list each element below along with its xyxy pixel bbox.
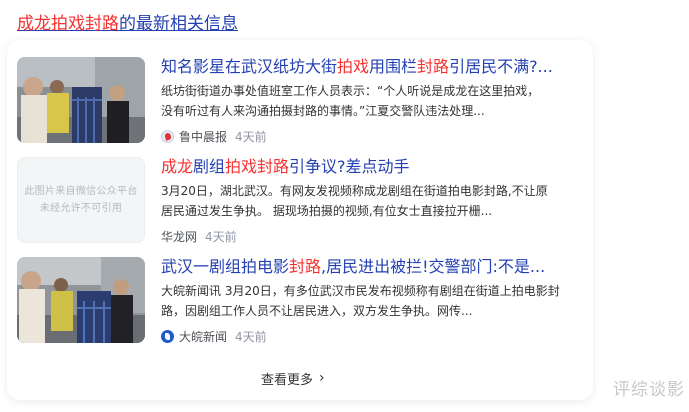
- summary-line: 纸坊街街道办事处值班室工作人员表示：“个人听说是成龙在这里拍戏，: [161, 84, 540, 98]
- results-header-title[interactable]: 成龙拍戏封路的最新相关信息: [17, 9, 238, 34]
- see-more-button[interactable]: 查看更多 ›: [261, 368, 325, 388]
- title-keyword: 封路: [417, 57, 450, 76]
- news-source[interactable]: 大皖新闻: [179, 328, 227, 345]
- luzhong-logo-icon: [161, 129, 174, 143]
- title-text: 引居民不满?...: [449, 57, 553, 76]
- title-text: 武汉一剧组拍电影: [161, 257, 290, 276]
- news-summary-2: 3月20日，湖北武汉。有网友发视频称成龙剧组在街道拍电影封路,不让原 居民通过发…: [161, 181, 581, 221]
- summary-line: 3月20日，湖北武汉。有网友发视频称成龙剧组在街道拍电影封路,不让原: [161, 184, 548, 198]
- header-title-highlight: 成龙拍戏封路: [17, 14, 119, 34]
- watermark-text: 评综谈影: [613, 380, 685, 400]
- news-source[interactable]: 华龙网: [161, 228, 197, 245]
- placeholder-text: 未经允许不可引用: [39, 203, 123, 214]
- news-item-3[interactable]: 武汉一剧组拍电影封路,居民进出被拦!交警部门:不是... 大皖新闻讯 3月20日…: [17, 254, 587, 354]
- news-thumbnail-3[interactable]: [17, 257, 145, 343]
- news-time: 4天前: [235, 329, 267, 344]
- summary-line: 大皖新闻讯 3月20日，有多位武汉市民发布视频称有剧组在街道上拍电影封: [161, 284, 560, 298]
- news-time: 4天前: [205, 229, 237, 244]
- summary-line: 没有听过有人来沟通拍摄封路的事情。”江夏交警队违法处理...: [161, 104, 485, 118]
- news-source[interactable]: 鲁中晨报: [179, 128, 227, 145]
- news-title-2[interactable]: 成龙剧组拍戏封路引争议?差点动手: [161, 156, 581, 178]
- title-text: 知名影星在武汉纸坊大街: [161, 57, 338, 76]
- title-text: 用围栏: [369, 57, 418, 76]
- news-title-1[interactable]: 知名影星在武汉纸坊大街拍戏用围栏封路引居民不满?...: [161, 56, 581, 78]
- title-keyword: 封路: [289, 257, 322, 276]
- news-summary-1: 纸坊街街道办事处值班室工作人员表示：“个人听说是成龙在这里拍戏， 没有听过有人来…: [161, 81, 581, 121]
- news-thumbnail-1[interactable]: [17, 57, 145, 143]
- header-title-rest: 的最新相关信息: [119, 14, 238, 34]
- title-keyword: 拍戏封路: [225, 157, 290, 176]
- news-thumbnail-2-placeholder[interactable]: 此图片来自微信公众平台 未经允许不可引用: [17, 157, 145, 243]
- news-card: 知名影星在武汉纸坊大街拍戏用围栏封路引居民不满?... 纸坊街街道办事处值班室工…: [7, 40, 593, 400]
- summary-line: 路，因剧组工作人员不让居民进入，双方发生争执。网传...: [161, 304, 473, 318]
- news-item-1[interactable]: 知名影星在武汉纸坊大街拍戏用围栏封路引居民不满?... 纸坊街街道办事处值班室工…: [17, 54, 587, 154]
- anhui-news-logo-icon: [161, 329, 174, 343]
- title-text: 引争议?差点动手: [289, 157, 410, 176]
- news-time: 4天前: [235, 129, 267, 144]
- summary-line: 居民通过发生争执。 据现场拍摄的视频,有位女士直接拉开栅...: [161, 204, 493, 218]
- news-title-3[interactable]: 武汉一剧组拍电影封路,居民进出被拦!交警部门:不是...: [161, 256, 581, 278]
- news-item-2[interactable]: 此图片来自微信公众平台 未经允许不可引用 成龙剧组拍戏封路引争议?差点动手 3月…: [17, 154, 587, 254]
- news-meta-2: 华龙网 4天前: [161, 227, 237, 245]
- placeholder-text: 此图片来自微信公众平台: [24, 186, 138, 197]
- news-meta-3: 大皖新闻 4天前: [161, 327, 267, 345]
- see-more-label: 查看更多: [261, 372, 314, 388]
- title-keyword: 拍戏: [337, 57, 370, 76]
- chevron-right-icon: ›: [319, 370, 325, 386]
- news-summary-3: 大皖新闻讯 3月20日，有多位武汉市民发布视频称有剧组在街道上拍电影封 路，因剧…: [161, 281, 581, 321]
- title-text: 剧组: [193, 157, 226, 176]
- title-text: ,居民进出被拦!交警部门:不是...: [321, 257, 546, 276]
- news-meta-1: 鲁中晨报 4天前: [161, 127, 267, 145]
- title-keyword: 成龙: [161, 157, 194, 176]
